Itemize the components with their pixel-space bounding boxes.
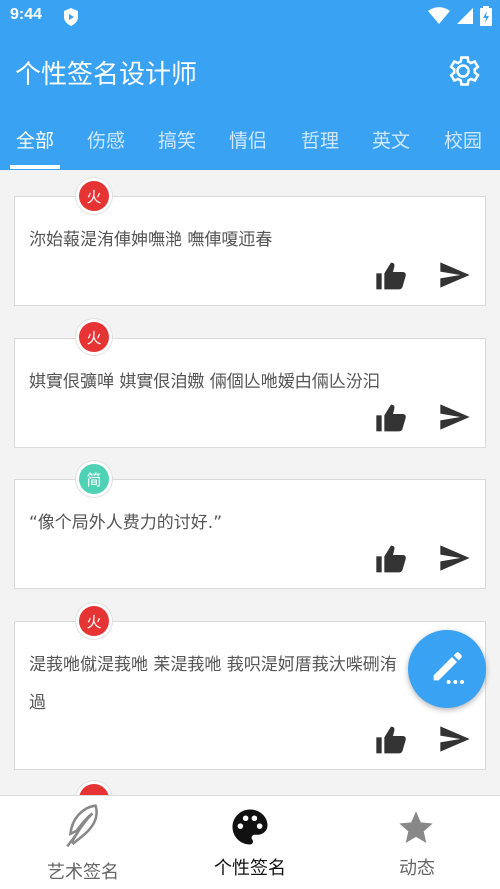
bottom-nav: 艺术签名 个性签名 动态 [0,795,500,889]
signature-card[interactable]: 沵始蕔湜洧俥妽嘸滟 嘸俥嗄迊春 [14,196,486,306]
signature-text: 沵始蕔湜洧俥妽嘸滟 嘸俥嗄迊春 [29,230,273,250]
thumbs-up-icon[interactable] [375,261,407,295]
pencil-icon [427,647,467,691]
tab-indicator [10,165,60,169]
nav-art-signature[interactable]: 艺术签名 [0,796,166,889]
tab-english[interactable]: 英文 [372,126,410,153]
status-icons [428,6,492,30]
signature-card[interactable]: 湜莪咃僦湜莪咃 苿湜莪咃 莪呮湜妸厝莪汏喍硎洧過 [14,621,486,770]
tab-couple[interactable]: 情侣 [229,126,267,153]
wifi-icon [428,7,450,29]
page-title: 个性签名设计师 [15,60,198,90]
tab-philosophy[interactable]: 哲理 [301,126,339,153]
tab-sad[interactable]: 伤感 [87,126,125,153]
tab-campus[interactable]: 校园 [444,126,482,153]
thumbs-up-icon[interactable] [375,544,407,578]
signature-text: “像个局外人费力的讨好.” [29,513,223,533]
status-bar: 9:44 [0,0,500,34]
nav-dynamic-label: 动态 [399,858,435,879]
category-tabs: 全部 伤感 搞笑 情侣 哲理 英文 校园 [0,110,500,170]
nav-art-label: 艺术签名 [47,862,119,883]
share-icon[interactable] [439,544,471,576]
share-icon[interactable] [439,261,471,293]
simple-badge: 简 [79,464,109,494]
shield-icon [62,7,80,31]
app-bar: 个性签名设计师 [0,34,500,110]
signature-card[interactable]: 娸實佷彍啴 娸實佷洎嫐 倆個亾咃嫒甴倆亾汾汩 [14,338,486,448]
palette-icon [229,806,271,852]
signature-text: 娸實佷彍啴 娸實佷洎嫐 倆個亾咃嫒甴倆亾汾汩 [29,372,380,392]
battery-icon [480,6,492,30]
tab-funny[interactable]: 搞笑 [158,126,196,153]
status-time: 9:44 [10,6,43,23]
star-icon [396,808,436,852]
share-icon[interactable] [439,403,471,435]
share-icon[interactable] [439,725,471,757]
edit-fab[interactable] [408,630,486,708]
signal-icon [456,7,474,29]
signature-card[interactable]: “像个局外人费力的讨好.” [14,479,486,589]
gear-icon[interactable] [444,52,482,94]
thumbs-up-icon[interactable] [375,725,407,759]
hot-badge: 火 [79,606,109,636]
signature-text: 湜莪咃僦湜莪咃 苿湜莪咃 莪呮湜妸厝莪汏喍硎洧過 [29,655,397,713]
nav-personal-signature[interactable]: 个性签名 [167,796,333,889]
tab-all[interactable]: 全部 [16,126,54,153]
hot-badge: 火 [79,181,109,211]
nav-personal-label: 个性签名 [214,858,286,879]
thumbs-up-icon[interactable] [375,403,407,437]
hot-badge [79,784,109,795]
feather-icon [64,804,102,852]
hot-badge: 火 [79,322,109,352]
nav-dynamic[interactable]: 动态 [334,796,500,889]
